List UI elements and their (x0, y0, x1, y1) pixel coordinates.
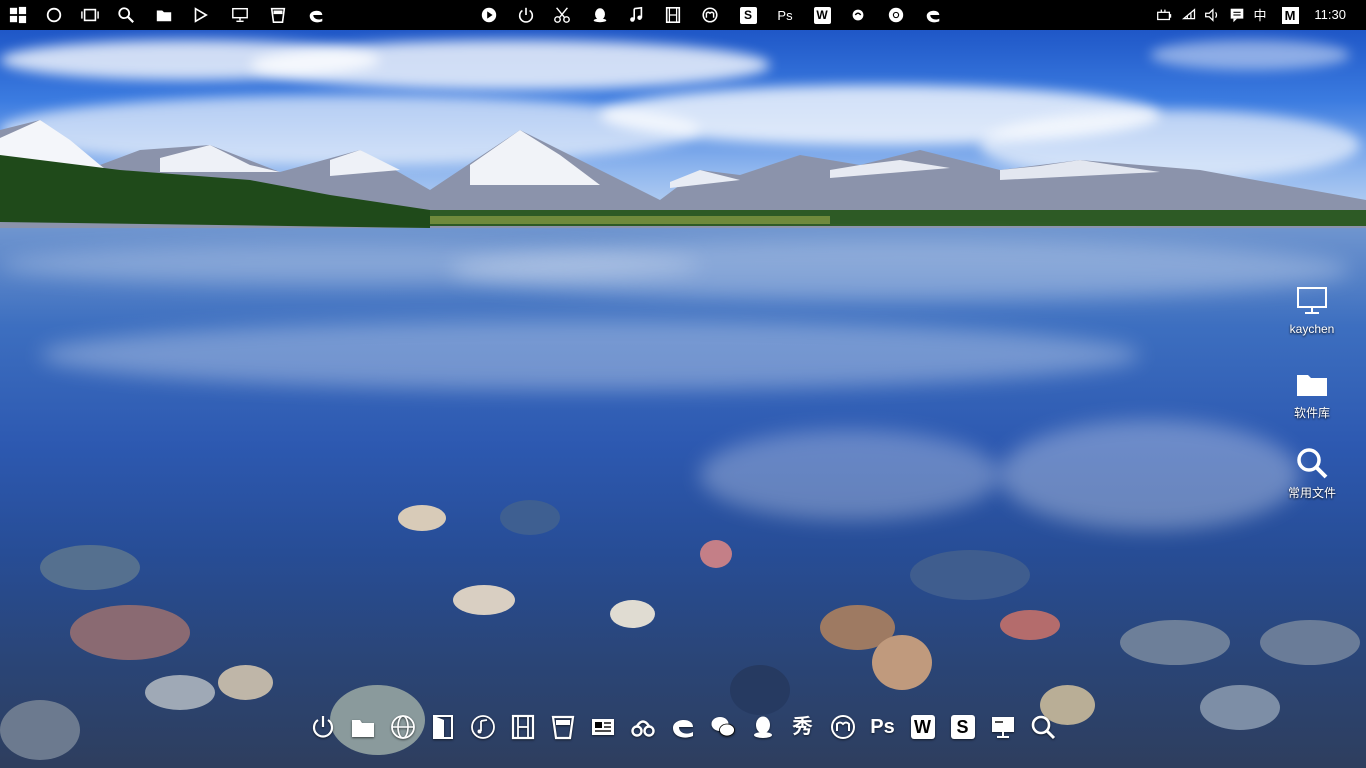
power-icon[interactable] (514, 3, 538, 27)
edge-icon[interactable] (304, 3, 328, 27)
cloud (1150, 40, 1350, 70)
folder-icon (1297, 375, 1327, 396)
pebble (910, 550, 1030, 600)
search-icon (1297, 448, 1328, 479)
volume-icon[interactable] (1200, 3, 1224, 27)
pebble (70, 605, 190, 660)
reflection (40, 320, 1140, 390)
file-explorer-icon[interactable] (152, 3, 176, 27)
play-circle-icon[interactable] (477, 3, 501, 27)
clock[interactable]: 11:30 (1314, 7, 1346, 22)
pebble (218, 665, 273, 700)
photoshop-icon[interactable]: Ps (773, 3, 797, 27)
w-app-icon[interactable]: W (810, 3, 834, 27)
s-app-icon[interactable]: S (948, 713, 977, 742)
pebble (1200, 685, 1280, 730)
folder-icon[interactable] (348, 713, 377, 742)
desktop-icon-label: 软件库 (1293, 406, 1330, 420)
task-view-icon[interactable] (78, 3, 102, 27)
music-icon[interactable] (468, 713, 497, 742)
reflection (450, 240, 1350, 300)
wechat-icon[interactable] (708, 713, 737, 742)
trash-icon[interactable] (266, 3, 290, 27)
m-app-icon[interactable] (828, 713, 857, 742)
pebble (0, 700, 80, 760)
pebble (145, 675, 215, 710)
pebble (610, 600, 655, 628)
cortana-icon[interactable] (42, 3, 66, 27)
power-icon[interactable] (308, 713, 337, 742)
monitor-icon[interactable] (988, 713, 1017, 742)
desktop-icon-label: 常用文件 (1287, 486, 1336, 500)
pebble (453, 585, 515, 615)
windows-start-icon[interactable] (6, 3, 30, 27)
pebble (872, 635, 932, 690)
pebble (730, 665, 790, 715)
xiu-icon[interactable]: 秀 (788, 713, 817, 742)
monitor-icon[interactable] (228, 3, 252, 27)
cloud (250, 40, 770, 90)
trash-icon[interactable] (548, 713, 577, 742)
pebble (700, 540, 732, 568)
desktop-wallpaper (0, 0, 1366, 768)
s-app-icon[interactable]: S (736, 3, 760, 27)
battery-plug-icon[interactable] (1152, 3, 1176, 27)
film-icon[interactable] (661, 3, 685, 27)
film-icon[interactable] (508, 713, 537, 742)
qq-icon[interactable] (588, 3, 612, 27)
photoshop-icon[interactable]: Ps (868, 713, 897, 742)
id-card-icon[interactable] (588, 713, 617, 742)
desktop-icon-label: kaychen (1289, 322, 1335, 336)
notification-icon[interactable] (1225, 3, 1249, 27)
pebble (398, 505, 446, 531)
reflection (700, 430, 1000, 520)
media-player-icon[interactable] (188, 3, 212, 27)
edge-icon[interactable] (668, 713, 697, 742)
scissors-icon[interactable] (550, 3, 574, 27)
pebble (1260, 620, 1360, 665)
ie-icon[interactable] (921, 3, 945, 27)
swirl-app-icon[interactable] (846, 3, 870, 27)
globe-icon[interactable] (388, 713, 417, 742)
w-app-icon[interactable]: W (908, 713, 937, 742)
pebble (40, 545, 140, 590)
desktop-icon-kaychen[interactable]: kaychen (1280, 284, 1344, 336)
mountain-range (0, 120, 1366, 240)
qq-icon[interactable] (748, 713, 777, 742)
ime-indicator[interactable]: 中 (1248, 3, 1272, 27)
search-icon[interactable] (114, 3, 138, 27)
desktop-icon-software-library[interactable]: 软件库 (1280, 366, 1344, 421)
door-icon[interactable] (428, 713, 457, 742)
pebble (1000, 610, 1060, 640)
dock: 秀 Ps W S (308, 710, 1057, 744)
pebble (1120, 620, 1230, 665)
reflection (1000, 420, 1300, 530)
search-icon[interactable] (1028, 713, 1057, 742)
pebble (500, 500, 560, 535)
music-icon[interactable] (624, 3, 648, 27)
m-tray-icon[interactable]: M (1278, 3, 1302, 27)
m-app-icon[interactable] (698, 3, 722, 27)
monitor-icon (1297, 287, 1327, 314)
taskbar: S Ps W 中 M 11:30 (0, 0, 1366, 30)
desktop-icon-common-files[interactable]: 常用文件 (1280, 446, 1344, 501)
chrome-icon[interactable] (884, 3, 908, 27)
wifi-icon[interactable] (1178, 3, 1202, 27)
link-icon[interactable] (628, 713, 657, 742)
